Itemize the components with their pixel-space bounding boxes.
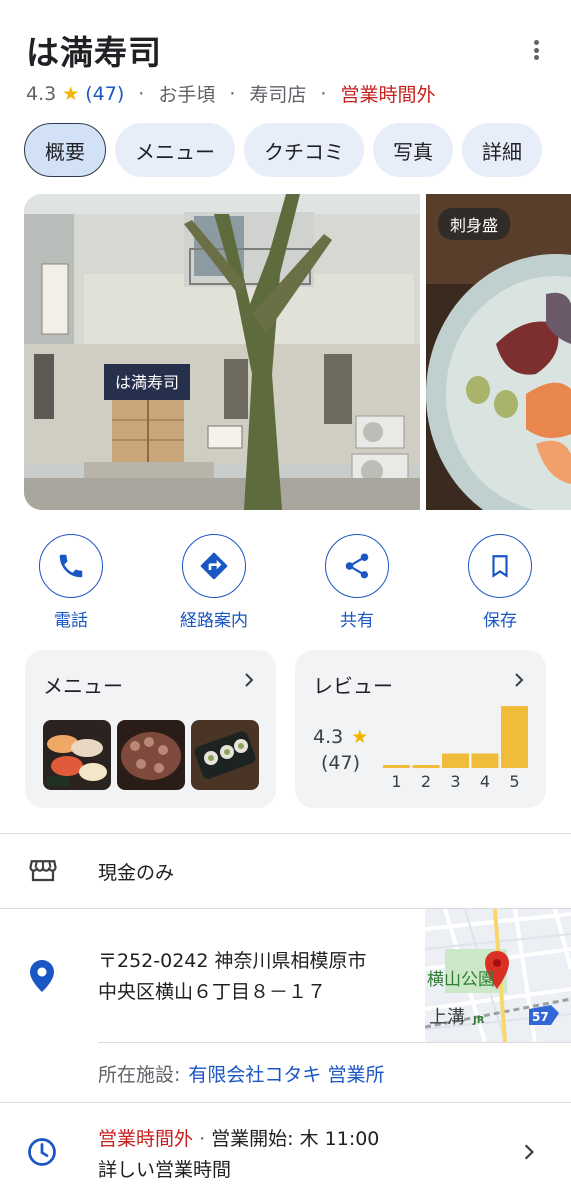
- price-level: お手頃: [158, 84, 216, 106]
- tab-menu[interactable]: メニュー: [115, 123, 235, 177]
- chevron-right-icon: [245, 673, 254, 687]
- place-summary: 4.3 ★ (47) · お手頃 · 寿司店 · 営業時間外: [26, 80, 435, 107]
- separator-dot: ·: [229, 82, 236, 105]
- address-line2: 中央区横山６丁目８－１７: [98, 981, 327, 1003]
- map-illustration: 横山公園 上溝 JR 57: [425, 909, 571, 1042]
- call-label: 電話: [54, 611, 88, 631]
- map-area-label: 横山公園: [427, 970, 495, 990]
- action-row: 電話 経路案内 共有 保存: [0, 534, 571, 631]
- hours-separator: ·: [199, 1128, 206, 1150]
- review-bar-1: [383, 765, 410, 768]
- menu-thumb-nigiri[interactable]: [43, 720, 111, 790]
- chevron-right-icon: [515, 673, 524, 687]
- tab-photos[interactable]: 写真: [373, 123, 453, 177]
- map-thumbnail[interactable]: 横山公園 上溝 JR 57: [425, 909, 571, 1042]
- review-bar-label-3: 3: [450, 772, 460, 791]
- review-bar-4: [471, 753, 499, 768]
- open-status: 営業時間外: [340, 84, 436, 106]
- save-button[interactable]: 保存: [440, 534, 560, 631]
- phone-icon: [39, 534, 103, 598]
- review-total: (47): [321, 752, 361, 774]
- more-options-icon[interactable]: [524, 38, 548, 62]
- storefront-illustration: は満寿司: [24, 194, 420, 510]
- menu-card-title: メニュー: [43, 674, 123, 698]
- menu-thumb-maki[interactable]: [191, 720, 259, 790]
- sashimi-illustration: [426, 194, 571, 510]
- star-icon: ★: [351, 726, 369, 748]
- review-bar-label-1: 1: [391, 772, 401, 791]
- hours-row[interactable]: 営業時間外 · 営業開始: 木 11:00 詳しい営業時間: [98, 1124, 379, 1186]
- sashimi-photo[interactable]: 刺身盛: [426, 194, 571, 510]
- address-text[interactable]: 〒252-0242 神奈川県相模原市 中央区横山６丁目８－１７: [98, 946, 367, 1008]
- clock-icon: [28, 1138, 56, 1166]
- rating-value: 4.3: [26, 82, 57, 105]
- section-divider: [0, 833, 571, 834]
- review-bar-label-2: 2: [421, 772, 431, 791]
- review-card-title: レビュー: [313, 674, 393, 698]
- menu-card[interactable]: メニュー: [25, 650, 276, 808]
- tab-overview[interactable]: 概要: [24, 123, 106, 177]
- review-average-value: 4.3: [313, 726, 344, 748]
- rail-badge: JR: [472, 1015, 485, 1026]
- chevron-right-icon[interactable]: [520, 1142, 538, 1162]
- hours-next-open: 営業開始: 木 11:00: [211, 1128, 380, 1150]
- facility-label: 所在施設:: [98, 1064, 181, 1086]
- map-station-label: 上溝: [429, 1007, 465, 1028]
- review-bar-label-5: 5: [509, 772, 519, 791]
- route-shield: 57: [532, 1010, 549, 1024]
- payment-info: 現金のみ: [98, 862, 175, 884]
- separator-dot: ·: [320, 82, 327, 105]
- tab-details[interactable]: 詳細: [462, 123, 542, 177]
- review-average: 4.3 ★: [313, 726, 368, 748]
- tab-bar: 概要 メニュー クチコミ 写真 詳細: [24, 123, 542, 177]
- separator-dot: ·: [138, 82, 145, 105]
- store-icon: [29, 860, 57, 882]
- photo-caption-badge: 刺身盛: [438, 208, 511, 240]
- storefront-photo[interactable]: は満寿司: [24, 194, 420, 510]
- bookmark-icon: [468, 534, 532, 598]
- facility-link[interactable]: 有限会社コタキ 営業所: [188, 1064, 384, 1086]
- category: 寿司店: [249, 84, 307, 106]
- review-count-link[interactable]: (47): [85, 83, 124, 105]
- address-divider: [98, 1042, 571, 1043]
- facility-row: 所在施設: 有限会社コタキ 営業所: [98, 1060, 384, 1087]
- review-bar-5: [501, 706, 528, 768]
- review-card[interactable]: レビュー 4.3 ★ (47) 1 23 45: [295, 650, 546, 808]
- save-label: 保存: [483, 611, 517, 631]
- review-bar-3: [442, 753, 469, 768]
- hours-status: 営業時間外: [98, 1128, 194, 1150]
- share-label: 共有: [340, 611, 374, 631]
- storefront-sign-text: は満寿司: [115, 373, 179, 392]
- hours-details-label: 詳しい営業時間: [98, 1159, 232, 1181]
- directions-icon: [182, 534, 246, 598]
- tab-reviews[interactable]: クチコミ: [244, 123, 364, 177]
- review-bar-2: [412, 765, 440, 768]
- call-button[interactable]: 電話: [11, 534, 131, 631]
- directions-button[interactable]: 経路案内: [154, 534, 274, 631]
- star-icon: ★: [62, 82, 80, 105]
- menu-thumb-octopus[interactable]: [117, 720, 185, 790]
- address-line1: 〒252-0242 神奈川県相模原市: [98, 950, 367, 972]
- section-divider: [0, 1102, 571, 1103]
- location-pin-icon: [30, 960, 54, 992]
- share-icon: [325, 534, 389, 598]
- share-button[interactable]: 共有: [297, 534, 417, 631]
- review-bar-label-4: 4: [480, 772, 490, 791]
- directions-label: 経路案内: [180, 611, 248, 631]
- place-title: は満寿司: [26, 33, 162, 72]
